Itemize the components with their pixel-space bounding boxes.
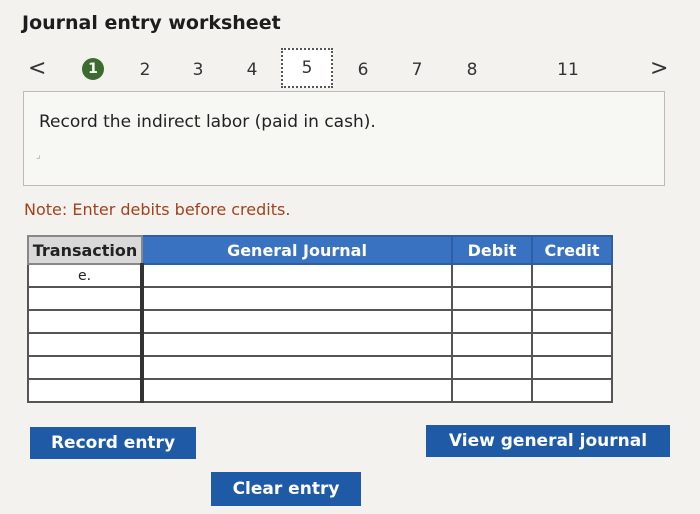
- debit-input[interactable]: [451, 286, 533, 311]
- debit-header: Debit: [451, 235, 533, 265]
- debit-input[interactable]: [451, 263, 533, 288]
- page-title: Journal entry worksheet: [22, 12, 281, 34]
- general-journal-header: General Journal: [141, 235, 453, 265]
- step-1[interactable]: 1: [82, 58, 104, 80]
- next-arrow-icon[interactable]: >: [650, 56, 668, 81]
- journal-table: Transaction General Journal Debit Credit…: [27, 235, 613, 403]
- credit-input[interactable]: [531, 309, 613, 334]
- step-3[interactable]: 3: [186, 60, 210, 80]
- step-2[interactable]: 2: [133, 60, 157, 80]
- transaction-cell: [27, 355, 143, 380]
- credit-input[interactable]: [531, 355, 613, 380]
- step-5[interactable]: 5: [281, 48, 333, 88]
- account-input[interactable]: [140, 286, 453, 311]
- table-row: [27, 332, 613, 357]
- account-input[interactable]: [140, 309, 453, 334]
- transaction-cell: e.: [27, 263, 143, 288]
- transaction-cell: [27, 309, 143, 334]
- transaction-cell: [27, 332, 143, 357]
- credit-input[interactable]: [531, 263, 613, 288]
- clear-entry-button[interactable]: Clear entry: [211, 472, 361, 506]
- transaction-header: Transaction: [27, 235, 143, 265]
- credit-input[interactable]: [531, 286, 613, 311]
- debit-input[interactable]: [451, 378, 533, 403]
- step-8[interactable]: 8: [460, 60, 484, 80]
- debit-input[interactable]: [451, 309, 533, 334]
- account-input[interactable]: [140, 263, 453, 288]
- account-input[interactable]: [140, 355, 453, 380]
- transaction-cell: [27, 286, 143, 311]
- table-row: [27, 309, 613, 334]
- view-general-journal-button[interactable]: View general journal: [426, 425, 670, 457]
- table-row: [27, 355, 613, 380]
- prompt-text: Record the indirect labor (paid in cash)…: [39, 112, 376, 132]
- table-row: [27, 286, 613, 311]
- step-4[interactable]: 4: [240, 60, 264, 80]
- credit-header: Credit: [531, 235, 613, 265]
- step-7[interactable]: 7: [405, 60, 429, 80]
- resize-handle-icon: ⌟: [36, 150, 41, 161]
- credit-input[interactable]: [531, 378, 613, 403]
- transaction-cell: [27, 378, 143, 403]
- account-input[interactable]: [140, 332, 453, 357]
- table-row: e.: [27, 263, 613, 288]
- note-text: Note: Enter debits before credits.: [24, 200, 291, 219]
- prompt-box: Record the indirect labor (paid in cash)…: [23, 91, 665, 186]
- prev-arrow-icon[interactable]: <: [28, 56, 46, 81]
- step-11[interactable]: 11: [553, 60, 583, 80]
- account-input[interactable]: [140, 378, 453, 403]
- debit-input[interactable]: [451, 332, 533, 357]
- debit-input[interactable]: [451, 355, 533, 380]
- table-row: [27, 378, 613, 403]
- step-navigation: < 1 2 3 4 5 6 7 8 11 >: [0, 48, 700, 92]
- record-entry-button[interactable]: Record entry: [30, 427, 196, 459]
- step-6[interactable]: 6: [351, 60, 375, 80]
- credit-input[interactable]: [531, 332, 613, 357]
